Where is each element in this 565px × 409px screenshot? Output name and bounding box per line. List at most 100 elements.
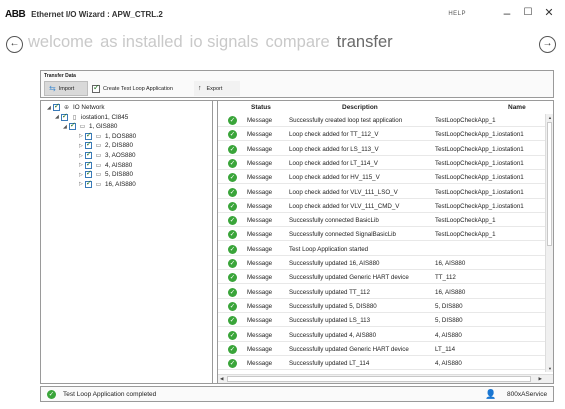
description-cell: Loop check added for VLV_111_LSO_V [289,188,398,196]
wizard-step-welcome[interactable]: welcome [28,33,93,52]
description-cell: Loop check added for LS_113_V [289,145,379,153]
scroll-down-icon[interactable]: ▼ [546,366,553,371]
table-row[interactable]: ✓ Message Successfully updated Generic HAR… [218,343,547,356]
checkbox-icon[interactable] [92,83,100,93]
table-row[interactable]: ✓ Message Loop check added for HV_115_V Tes… [218,171,547,185]
export-label: Export [206,85,223,92]
tree-node-label: 2, DIS880 [105,142,134,150]
description-cell: Test Loop Application started [289,245,369,253]
tree-node[interactable]: ◢⊕IO Network [47,102,105,112]
tree-checkbox-icon[interactable] [85,150,92,159]
tree-checkbox-icon[interactable] [85,160,92,169]
module-icon: ▭ [79,124,86,131]
current-user: 800xAService [507,391,548,398]
tree-checkbox-icon[interactable] [85,140,92,150]
name-cell: TT_112 [435,274,456,282]
table-row[interactable]: ✓ Message Loop check added for LT_114_V Tes… [218,157,547,170]
tree-checkbox-icon[interactable] [69,121,76,131]
wizard-navigation: ← welcome as installed io signals compare tr… [0,30,565,60]
name-cell: TestLoopCheckApp_1 [435,217,496,225]
tree-node-label: 16, AIS880 [105,180,136,188]
vertical-scroll-thumb[interactable] [547,122,552,246]
success-check-icon: ✓ [228,316,237,326]
horizontal-scroll-thumb[interactable] [227,376,531,382]
description-cell: Successfully updated LT_114 [289,360,370,368]
description-cell: Successfully updated Generic HART device [289,345,409,353]
description-cell: Successfully updated 16, AIS880 [289,260,380,267]
tree-checkbox-icon[interactable] [85,169,92,179]
table-row[interactable]: ✓ Message Loop check added for VLV_111_LSO… [218,186,547,199]
transfer-data-panel: Transfer Data ⇆ Import Create Test Loop … [40,70,554,98]
status-cell: Message [247,274,273,282]
tree-node[interactable]: ◢▯iostation1, CI845 [55,112,129,122]
tree-checkbox-icon[interactable] [53,102,60,111]
tree-node-label: 4, AIS880 [105,161,133,169]
table-row[interactable]: ✓ Message Successfully created loop test a… [218,114,547,127]
table-row[interactable]: ✓ Message Loop check added for TT_112_V Tes… [218,128,547,142]
horizontal-scrollbar[interactable]: ◀ ▶ [218,374,553,383]
minimize-icon[interactable]: – [499,5,515,21]
create-test-loop-label: Create Test Loop Application [103,85,173,92]
name-cell: 16, AIS880 [435,288,466,296]
wizard-step-compare[interactable]: compare [265,33,329,52]
table-row[interactable]: ✓ Message Successfully updated LS_113 5, DI… [218,314,547,328]
name-cell: LT_114 [435,345,456,353]
maximize-icon[interactable]: ☐ [520,5,536,21]
main-panel: ◢⊕IO Network◢▯iostation1, CI845◢▭1, GIS8… [40,100,554,384]
title-bar: ABB Ethernet I/O Wizard : APW_CTRL.2 [0,0,565,28]
wizard-step-io-signals[interactable]: io signals [190,33,259,52]
back-arrow-icon[interactable]: ← [6,36,23,53]
description-cell: Successfully updated LS_113 [289,317,371,325]
table-row[interactable]: ✓ Message Successfully updated 4, AIS880 4,… [218,329,547,342]
table-row[interactable]: ✓ Message Successfully updated TT_112 16, A… [218,286,547,299]
tree-node-label: iostation1, CI845 [81,113,129,121]
description-cell: Successfully updated 4, AIS880 [289,331,377,339]
table-row[interactable]: ✓ Message Successfully updated LT_114 4, AI… [218,357,547,371]
close-icon[interactable]: ✕ [541,5,557,21]
success-check-icon: ✓ [228,359,237,369]
table-row[interactable]: ✓ Message Test Loop Application started [218,243,547,256]
table-row[interactable]: ✓ Message Successfully updated 16, AIS880 1… [218,257,547,270]
forward-arrow-icon[interactable]: → [539,36,556,53]
wizard-step-as-installed[interactable]: as installed [100,33,183,52]
name-cell: TestLoopCheckApp_1.iostation1 [435,202,524,210]
scroll-left-icon[interactable]: ◀ [220,376,223,382]
tree-node[interactable]: ▷▭16, AIS880 [79,179,136,189]
status-cell: Message [247,302,273,310]
status-cell: Message [247,117,273,124]
name-cell: TestLoopCheckApp_1 [435,231,496,239]
export-button[interactable]: ↑ Export [194,81,240,96]
column-header-description[interactable]: Description [342,104,378,111]
tree-checkbox-icon[interactable] [85,179,92,188]
column-header-name[interactable]: Name [508,104,526,111]
success-check-icon: ✓ [228,173,237,183]
table-row[interactable]: ✓ Message Successfully updated 5, DIS880 5,… [218,300,547,313]
table-row[interactable]: ✓ Message Successfully updated Generic HAR… [218,271,547,285]
vertical-scrollbar[interactable]: ▲ ▼ [545,114,553,372]
status-cell: Message [247,217,273,225]
success-check-icon: ✓ [228,187,237,197]
status-cell: Message [247,260,273,267]
table-row[interactable]: ✓ Message Successfully connected SignalBas… [218,228,547,242]
scroll-up-icon[interactable]: ▲ [546,115,553,120]
table-row[interactable]: ✓ Message Loop check added for LS_113_V Tes… [218,143,547,156]
success-check-icon: ✓ [228,259,237,268]
scroll-right-icon[interactable]: ▶ [539,376,542,382]
name-cell: 5, DIS880 [435,302,463,310]
status-message: Test Loop Application completed [63,391,157,398]
user-icon: 👤 [485,389,497,399]
tree-checkbox-icon[interactable] [61,112,68,121]
tree-checkbox-icon[interactable] [85,131,92,140]
module-icon: ▭ [95,143,102,150]
table-row[interactable]: ✓ Message Successfully connected BasicLib T… [218,214,547,228]
status-cell: Message [247,231,273,239]
description-cell: Successfully connected BasicLib [289,217,379,225]
success-check-icon: ✓ [228,330,237,340]
description-cell: Loop check added for LT_114_V [289,159,378,167]
help-link[interactable]: HELP [448,11,466,17]
import-button[interactable]: ⇆ Import [44,81,88,96]
create-test-loop-checkbox[interactable]: Create Test Loop Application [92,81,173,96]
column-header-status[interactable]: Status [251,104,271,111]
wizard-step-transfer[interactable]: transfer [337,33,393,52]
table-row[interactable]: ✓ Message Loop check added for VLV_111_CMD… [218,200,547,213]
